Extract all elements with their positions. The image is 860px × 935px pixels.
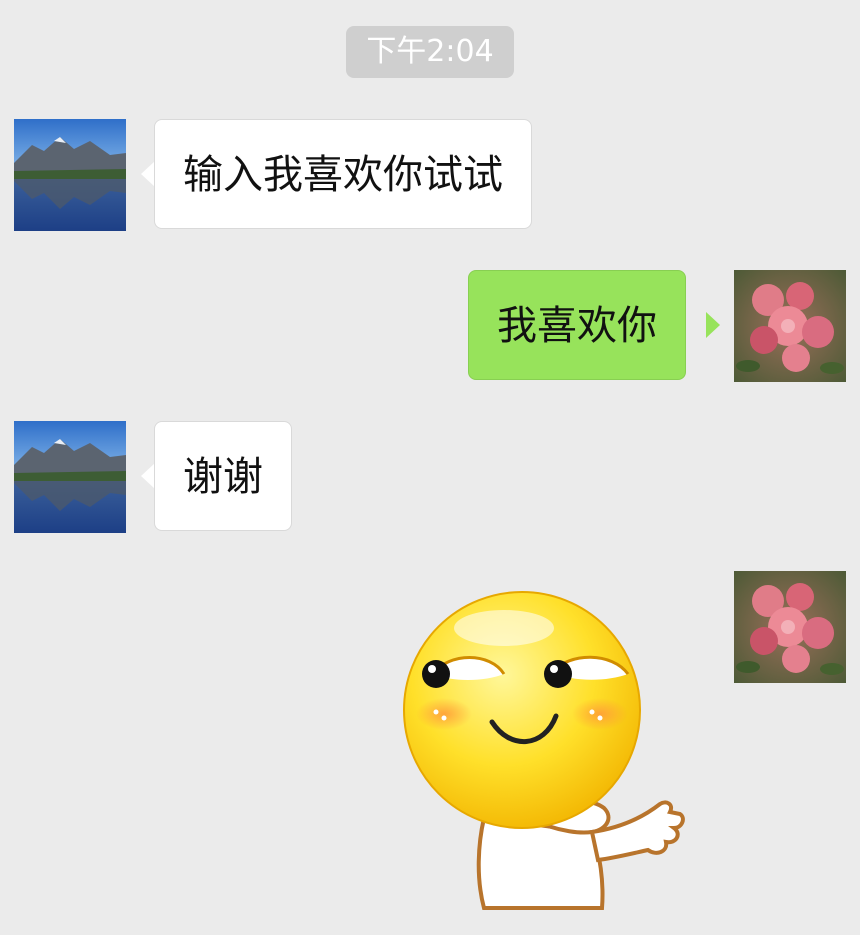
user-avatar[interactable] <box>734 571 846 683</box>
mountain-lake-image <box>14 119 126 231</box>
bubble-tail <box>141 463 155 489</box>
user-avatar[interactable] <box>734 270 846 382</box>
smirking-smiley-sticker[interactable] <box>392 582 712 912</box>
pink-flowers-image <box>734 571 846 683</box>
incoming-message-bubble[interactable]: 输入我喜欢你试试 <box>154 119 532 229</box>
contact-avatar[interactable] <box>14 421 126 533</box>
contact-avatar[interactable] <box>14 119 126 231</box>
mountain-lake-image <box>14 421 126 533</box>
timestamp-chip: 下午2:04 <box>346 26 514 78</box>
bubble-tail <box>141 161 155 187</box>
pink-flowers-image <box>734 270 846 382</box>
chat-view: 下午2:04 输入我喜欢你试试 我喜欢你 谢谢 <box>0 0 860 935</box>
bubble-tail <box>706 312 720 338</box>
outgoing-message-bubble[interactable]: 我喜欢你 <box>468 270 686 380</box>
smirk-emoji-icon <box>403 591 685 910</box>
incoming-message-bubble[interactable]: 谢谢 <box>154 421 292 531</box>
